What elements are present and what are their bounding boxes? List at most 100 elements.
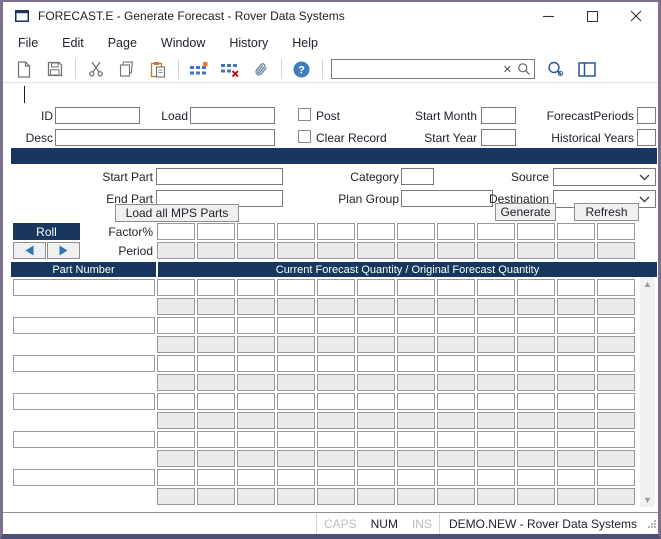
part-number-cell[interactable] xyxy=(13,317,155,334)
current-forecast-cell[interactable] xyxy=(197,355,235,372)
save-button[interactable] xyxy=(43,59,66,80)
current-forecast-cell[interactable] xyxy=(357,431,395,448)
menu-help[interactable]: Help xyxy=(292,36,318,50)
scroll-up-icon[interactable]: ▲ xyxy=(643,277,652,291)
current-forecast-cell[interactable] xyxy=(197,317,235,334)
current-forecast-cell[interactable] xyxy=(517,469,555,486)
current-forecast-cell[interactable] xyxy=(597,279,635,296)
factor-cell[interactable] xyxy=(557,223,595,240)
current-forecast-cell[interactable] xyxy=(557,431,595,448)
current-forecast-cell[interactable] xyxy=(357,279,395,296)
current-forecast-cell[interactable] xyxy=(277,279,315,296)
delete-rows-button[interactable] xyxy=(218,59,241,80)
current-forecast-cell[interactable] xyxy=(437,469,475,486)
current-forecast-cell[interactable] xyxy=(317,279,355,296)
id-input[interactable] xyxy=(55,107,140,124)
minimize-button[interactable] xyxy=(526,2,570,30)
current-forecast-cell[interactable] xyxy=(397,431,435,448)
factor-cell[interactable] xyxy=(157,223,195,240)
current-forecast-cell[interactable] xyxy=(237,469,275,486)
factor-cell[interactable] xyxy=(477,223,515,240)
start-part-input[interactable] xyxy=(156,168,283,185)
current-forecast-cell[interactable] xyxy=(557,317,595,334)
paste-button[interactable] xyxy=(146,59,169,80)
menu-page[interactable]: Page xyxy=(108,36,137,50)
load-all-mps-parts-button[interactable]: Load all MPS Parts xyxy=(115,204,239,222)
desc-input[interactable] xyxy=(55,129,275,146)
maximize-button[interactable] xyxy=(570,2,614,30)
preview-button[interactable] xyxy=(544,59,567,80)
current-forecast-cell[interactable] xyxy=(237,393,275,410)
factor-cell[interactable] xyxy=(437,223,475,240)
menu-window[interactable]: Window xyxy=(161,36,205,50)
current-forecast-cell[interactable] xyxy=(197,469,235,486)
current-forecast-cell[interactable] xyxy=(597,393,635,410)
current-forecast-cell[interactable] xyxy=(477,431,515,448)
forecast-periods-input[interactable] xyxy=(637,107,656,124)
clear-search-icon[interactable]: ✕ xyxy=(498,63,517,76)
search-icon[interactable] xyxy=(517,62,531,76)
current-forecast-cell[interactable] xyxy=(237,279,275,296)
current-forecast-cell[interactable] xyxy=(397,355,435,372)
start-year-input[interactable] xyxy=(481,129,516,146)
current-forecast-cell[interactable] xyxy=(597,317,635,334)
new-document-button[interactable] xyxy=(12,59,35,80)
category-input[interactable] xyxy=(401,168,434,185)
current-forecast-cell[interactable] xyxy=(477,393,515,410)
current-forecast-cell[interactable] xyxy=(357,393,395,410)
insert-rows-button[interactable] xyxy=(187,59,210,80)
current-forecast-cell[interactable] xyxy=(197,393,235,410)
scroll-down-icon[interactable]: ▼ xyxy=(643,493,652,507)
current-forecast-cell[interactable] xyxy=(197,279,235,296)
factor-cell[interactable] xyxy=(317,223,355,240)
current-forecast-cell[interactable] xyxy=(557,393,595,410)
resize-grip[interactable] xyxy=(646,518,657,529)
current-forecast-cell[interactable] xyxy=(397,317,435,334)
vertical-scrollbar[interactable]: ▲ ▼ xyxy=(640,277,655,507)
current-forecast-cell[interactable] xyxy=(557,469,595,486)
current-forecast-cell[interactable] xyxy=(317,469,355,486)
current-forecast-cell[interactable] xyxy=(317,393,355,410)
menu-edit[interactable]: Edit xyxy=(62,36,84,50)
current-forecast-cell[interactable] xyxy=(597,431,635,448)
roll-left-button[interactable] xyxy=(13,242,46,259)
search-input[interactable] xyxy=(332,62,498,76)
current-forecast-cell[interactable] xyxy=(157,469,195,486)
current-forecast-cell[interactable] xyxy=(237,355,275,372)
copy-button[interactable] xyxy=(115,59,138,80)
refresh-button[interactable]: Refresh xyxy=(574,203,639,221)
historical-years-input[interactable] xyxy=(637,129,656,146)
current-forecast-cell[interactable] xyxy=(157,317,195,334)
current-forecast-cell[interactable] xyxy=(317,355,355,372)
current-forecast-cell[interactable] xyxy=(597,355,635,372)
current-forecast-cell[interactable] xyxy=(517,355,555,372)
factor-cell[interactable] xyxy=(357,223,395,240)
clear-record-checkbox[interactable] xyxy=(298,130,311,143)
load-input[interactable] xyxy=(190,107,275,124)
current-forecast-cell[interactable] xyxy=(317,317,355,334)
close-button[interactable] xyxy=(614,2,658,30)
help-button[interactable]: ? xyxy=(290,59,313,80)
current-forecast-cell[interactable] xyxy=(157,431,195,448)
current-forecast-cell[interactable] xyxy=(597,469,635,486)
current-forecast-cell[interactable] xyxy=(557,355,595,372)
generate-button[interactable]: Generate xyxy=(495,203,556,221)
current-forecast-cell[interactable] xyxy=(437,431,475,448)
part-number-cell[interactable] xyxy=(13,469,155,486)
current-forecast-cell[interactable] xyxy=(397,393,435,410)
current-forecast-cell[interactable] xyxy=(437,317,475,334)
post-checkbox[interactable] xyxy=(298,108,311,121)
current-forecast-cell[interactable] xyxy=(397,469,435,486)
current-forecast-cell[interactable] xyxy=(477,279,515,296)
part-number-cell[interactable] xyxy=(13,431,155,448)
current-forecast-cell[interactable] xyxy=(237,431,275,448)
menu-history[interactable]: History xyxy=(229,36,268,50)
factor-cell[interactable] xyxy=(397,223,435,240)
current-forecast-cell[interactable] xyxy=(157,393,195,410)
current-forecast-cell[interactable] xyxy=(517,393,555,410)
current-forecast-cell[interactable] xyxy=(357,317,395,334)
factor-cell[interactable] xyxy=(237,223,275,240)
layout-button[interactable] xyxy=(575,59,598,80)
current-forecast-cell[interactable] xyxy=(517,431,555,448)
current-forecast-cell[interactable] xyxy=(517,317,555,334)
